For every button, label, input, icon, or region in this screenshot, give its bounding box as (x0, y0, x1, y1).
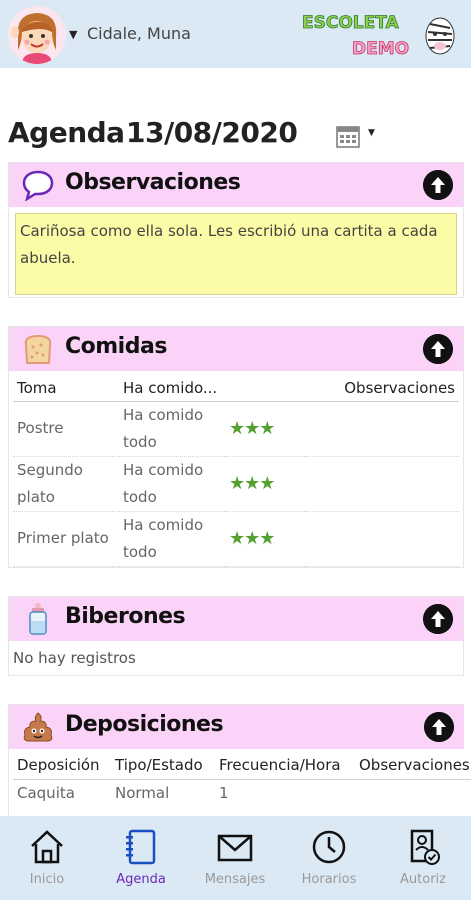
date-picker-caret-icon[interactable]: ▼ (368, 128, 375, 138)
deposicion-observaciones (355, 779, 471, 807)
top-bar: ▼ Cidale, Muna ESCOLETA DEMO (0, 0, 471, 68)
column-header-observaciones: Observaciones (355, 751, 471, 780)
meal-status: Ha comido todo (119, 456, 225, 512)
table-row: Primer plato Ha comido todo ★★★ (13, 511, 459, 567)
nav-label-agenda: Agenda (116, 872, 166, 887)
collapse-arrow-up-icon[interactable] (423, 170, 453, 200)
agenda-date: 13/08/2020 (126, 116, 298, 149)
biberones-header[interactable]: Biberones (9, 597, 463, 641)
user-name[interactable]: Cidale, Muna (87, 24, 191, 43)
authorization-icon (410, 829, 440, 865)
zebra-icon (425, 17, 455, 55)
table-row: Caquita Normal 1 (13, 779, 471, 807)
baby-bottle-icon (29, 603, 47, 635)
observaciones-header[interactable]: Observaciones (9, 163, 463, 207)
collapse-arrow-up-icon[interactable] (423, 604, 453, 634)
collapse-arrow-up-icon[interactable] (423, 334, 453, 364)
avatar[interactable] (8, 6, 66, 64)
nav-label-inicio: Inicio (29, 872, 65, 887)
deposicion-frecuencia: 1 (219, 784, 229, 803)
comidas-section: Comidas Toma Ha comido... Observaciones … (8, 326, 464, 568)
column-header-toma: Toma (13, 375, 119, 402)
column-header-deposicion: Deposición (13, 751, 111, 780)
table-header-row: Toma Ha comido... Observaciones (13, 375, 459, 402)
nav-item-horarios[interactable]: Horarios (282, 816, 376, 900)
rating-stars-icon: ★★★ (225, 511, 305, 567)
home-icon (31, 830, 63, 864)
deposicion-type: Caquita (17, 784, 75, 803)
meal-name: Segundo plato (13, 456, 119, 512)
notebook-icon (126, 829, 156, 865)
nav-label-horarios: Horarios (301, 872, 357, 887)
girl-avatar-icon (8, 6, 66, 64)
observaciones-note: Cariñosa como ella sola. Les escribió un… (15, 213, 457, 295)
rating-stars-icon: ★★★ (225, 401, 305, 457)
column-header-observaciones: Observaciones (305, 375, 459, 402)
rating-stars-icon: ★★★ (225, 456, 305, 512)
meal-status: Ha comido todo (119, 511, 225, 567)
table-row: Segundo plato Ha comido todo ★★★ (13, 456, 459, 512)
meal-name: Primer plato (13, 511, 119, 567)
column-header-rating (225, 375, 305, 402)
nav-item-mensajes[interactable]: Mensajes (188, 816, 282, 900)
escoleta-demo-logo: ESCOLETA DEMO (302, 13, 455, 59)
column-header-tipo-estado: Tipo/Estado (111, 751, 215, 780)
nav-item-autoriz[interactable]: Autoriz (376, 816, 470, 900)
poop-emoji-icon (23, 712, 53, 742)
deposiciones-table: Deposición Tipo/Estado Frecuencia/Hora O… (13, 751, 471, 807)
comidas-header[interactable]: Comidas (9, 327, 463, 371)
deposiciones-title: Deposiciones (65, 712, 224, 737)
meal-observaciones (305, 511, 459, 567)
logo-text-demo: DEMO (352, 39, 409, 59)
deposicion-estado: Normal (115, 784, 170, 803)
bottom-nav: Inicio Agenda Mensajes Horarios Autoriz (0, 816, 471, 900)
comidas-title: Comidas (65, 334, 167, 359)
nav-label-autoriz: Autoriz (400, 872, 446, 887)
speech-bubble-icon (22, 170, 54, 201)
meal-name: Postre (13, 401, 119, 457)
calendar-icon[interactable] (336, 124, 360, 148)
nav-item-inicio[interactable]: Inicio (0, 816, 94, 900)
clock-icon (312, 830, 346, 864)
deposiciones-section: Deposiciones Deposición Tipo/Estado Frec… (8, 704, 471, 824)
column-header-frecuencia-hora: Frecuencia/Hora (215, 751, 355, 780)
biberones-section: Biberones No hay registros (8, 596, 464, 676)
table-row: Postre Ha comido todo ★★★ (13, 401, 459, 457)
deposiciones-header[interactable]: Deposiciones (9, 705, 464, 749)
empty-state-text: No hay registros (13, 649, 136, 667)
bread-toast-icon (24, 334, 52, 364)
collapse-arrow-up-icon[interactable] (424, 712, 454, 742)
user-menu-caret-icon[interactable]: ▼ (69, 28, 77, 41)
envelope-icon (217, 834, 253, 862)
table-header-row: Deposición Tipo/Estado Frecuencia/Hora O… (13, 751, 471, 780)
column-header-ha-comido: Ha comido... (119, 375, 225, 402)
nav-item-agenda[interactable]: Agenda (94, 816, 188, 900)
comidas-table: Toma Ha comido... Observaciones Postre H… (13, 375, 459, 567)
observaciones-section: Observaciones Cariñosa como ella sola. L… (8, 162, 464, 298)
observaciones-title: Observaciones (65, 170, 241, 195)
biberones-title: Biberones (65, 604, 186, 629)
nav-label-mensajes: Mensajes (204, 872, 266, 887)
logo-text-escoleta: ESCOLETA (302, 13, 400, 33)
meal-observaciones (305, 401, 459, 457)
meal-status: Ha comido todo (119, 401, 225, 457)
page-title: Agenda (8, 116, 125, 149)
meal-observaciones (305, 456, 459, 512)
